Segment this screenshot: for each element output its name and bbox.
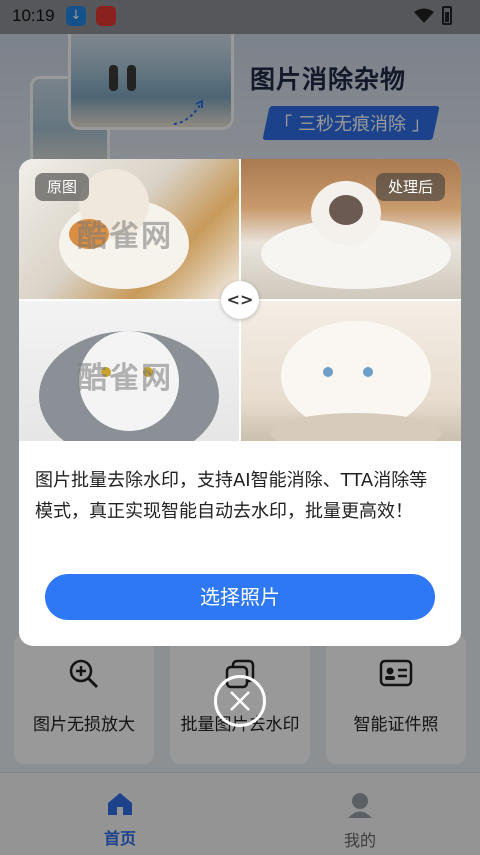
dialog-description: 图片批量去除水印，支持AI智能消除、TTA消除等模式，真正实现智能自动去水印，批… bbox=[35, 470, 428, 522]
blanket bbox=[271, 413, 441, 441]
before-badge: 原图 bbox=[35, 173, 90, 201]
choose-photo-button[interactable]: 选择照片 bbox=[45, 574, 435, 620]
cat-eye bbox=[363, 367, 373, 377]
watermark: 酷雀网 bbox=[77, 361, 173, 396]
before-after-compare[interactable]: 酷雀网 酷雀网 原图 处理后 <> bbox=[19, 159, 461, 441]
split-handle[interactable]: <> bbox=[221, 281, 259, 319]
cat-eye bbox=[323, 367, 333, 377]
close-dialog-button[interactable] bbox=[214, 675, 266, 727]
watermark: 酷雀网 bbox=[77, 219, 173, 254]
before-photo-bottom: 酷雀网 bbox=[19, 301, 239, 441]
cat-face-mask bbox=[329, 195, 363, 225]
after-badge: 处理后 bbox=[375, 173, 445, 201]
after-photo-bottom bbox=[241, 301, 461, 441]
watermark-intro-dialog: 酷雀网 酷雀网 原图 处理后 <> 图片批量去除水印，支持AI智能消除、TTA消… bbox=[19, 159, 461, 646]
close-icon bbox=[230, 691, 250, 711]
